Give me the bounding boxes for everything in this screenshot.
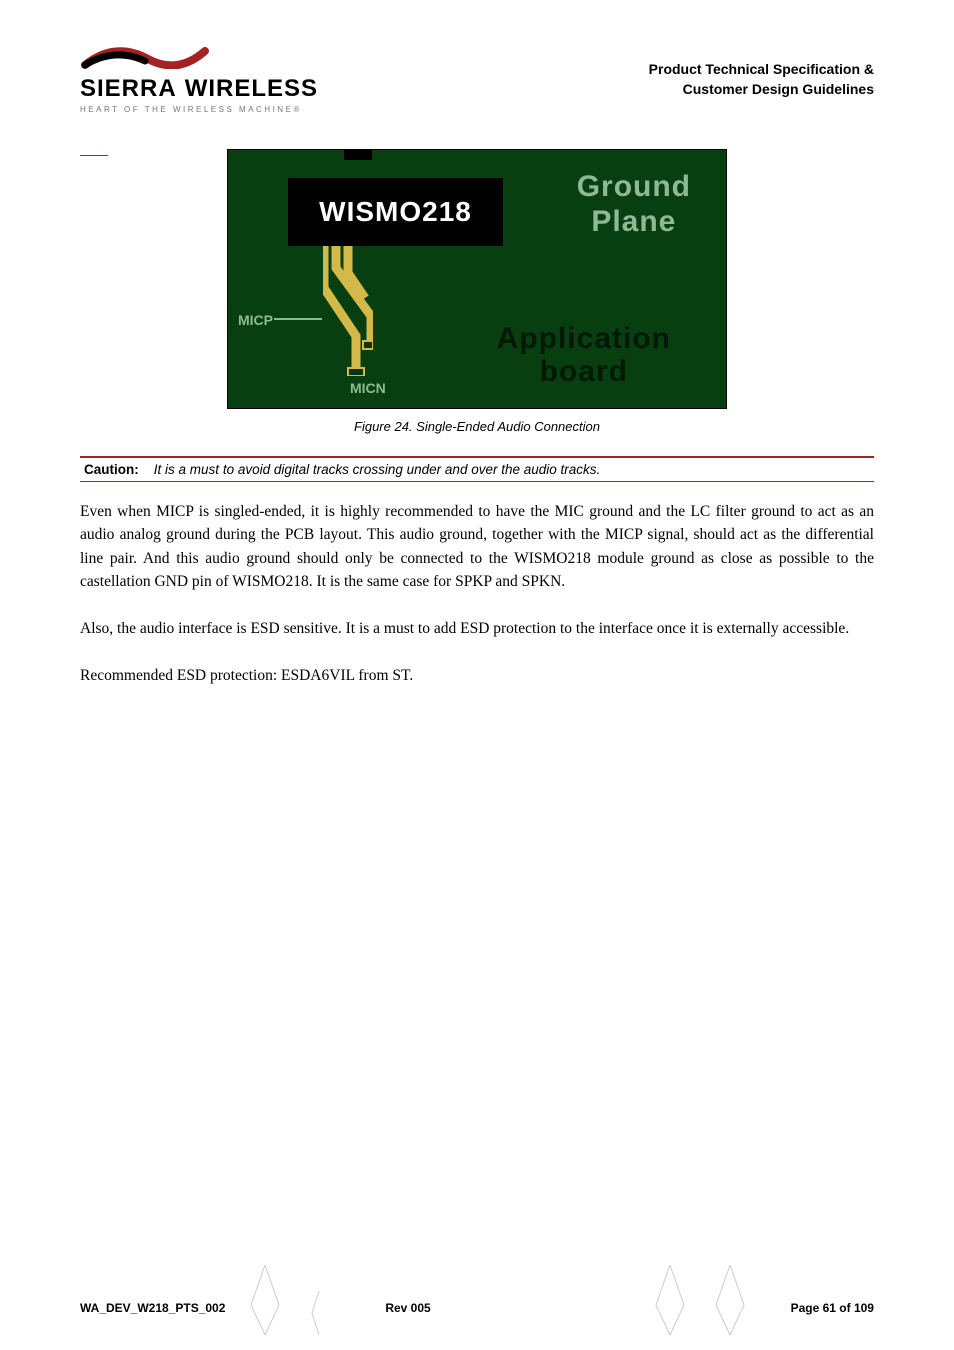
figure-caption: Figure 24. Single-Ended Audio Connection — [80, 419, 874, 434]
paragraph-2: Also, the audio interface is ESD sensiti… — [80, 617, 874, 640]
footer-revision: Rev 005 — [385, 1301, 430, 1315]
brand-logo: SIERRA WIRELESS HEART OF THE WIRELESS MA… — [80, 45, 318, 114]
footer-divider-icon — [245, 1265, 285, 1335]
app-line2: board — [540, 355, 628, 388]
micn-label: MICN — [350, 380, 386, 396]
ground-plane-label: Ground Plane — [577, 170, 691, 239]
caution-label: Caution: — [84, 462, 139, 477]
title-line-1: Product Technical Specification & — [649, 60, 874, 80]
title-line-2: Customer Design Guidelines — [649, 80, 874, 100]
app-board-label: Application board — [497, 322, 671, 388]
page-header: SIERRA WIRELESS HEART OF THE WIRELESS MA… — [80, 45, 874, 114]
figure-image: WISMO218 Ground Plane MICP MICN Applicat… — [227, 149, 727, 409]
micp-label: MICP — [238, 312, 273, 328]
ground-line1: Ground — [577, 170, 691, 203]
footer-doc-id: WA_DEV_W218_PTS_002 — [80, 1301, 225, 1315]
logo-brand-1: SIERRA — [80, 75, 177, 103]
pcb-trace-icon — [323, 246, 373, 376]
logo-brand-2: WIRELESS — [185, 75, 318, 103]
page-footer: WA_DEV_W218_PTS_002 Rev 005 Page 61 of 1… — [80, 1301, 874, 1315]
footer-page-number: Page 61 of 109 — [791, 1301, 874, 1315]
logo-tagline: HEART OF THE WIRELESS MACHINE® — [80, 105, 318, 114]
footer-divider-icon — [710, 1265, 750, 1335]
pcb-tab-icon — [344, 150, 372, 160]
ground-line2: Plane — [591, 205, 676, 238]
caution-box: Caution: It is a must to avoid digital t… — [80, 456, 874, 482]
micp-leader-icon — [274, 312, 324, 326]
caution-text: It is a must to avoid digital tracks cro… — [154, 462, 600, 477]
footer-divider-icon — [650, 1265, 690, 1335]
document-title: Product Technical Specification & Custom… — [649, 60, 874, 99]
figure-container: WISMO218 Ground Plane MICP MICN Applicat… — [80, 149, 874, 409]
app-line1: Application — [497, 322, 671, 355]
paragraph-3: Recommended ESD protection: ESDA6VIL fro… — [80, 664, 874, 687]
header-rule — [80, 155, 108, 156]
module-label: WISMO218 — [288, 178, 503, 246]
paragraph-1: Even when MICP is singled-ended, it is h… — [80, 500, 874, 593]
logo-swoosh-icon — [80, 45, 210, 69]
